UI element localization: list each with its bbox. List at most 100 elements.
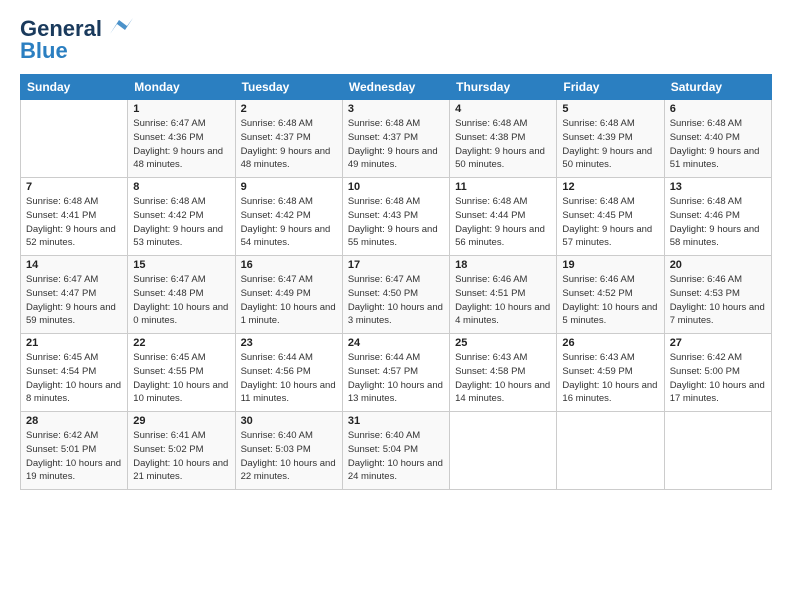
cell-content: Sunrise: 6:48 AM Sunset: 4:40 PM Dayligh… [670,117,766,172]
day-number: 14 [26,259,122,271]
calendar-cell: 17 Sunrise: 6:47 AM Sunset: 4:50 PM Dayli… [342,256,449,334]
calendar-cell: 7 Sunrise: 6:48 AM Sunset: 4:41 PM Daylig… [21,178,128,256]
cell-content: Sunrise: 6:47 AM Sunset: 4:36 PM Dayligh… [133,117,229,172]
cell-content: Sunrise: 6:42 AM Sunset: 5:00 PM Dayligh… [670,351,766,406]
cell-content: Sunrise: 6:48 AM Sunset: 4:37 PM Dayligh… [241,117,337,172]
logo-blue-text: Blue [20,38,68,64]
calendar-cell: 21 Sunrise: 6:45 AM Sunset: 4:54 PM Dayli… [21,334,128,412]
col-monday: Monday [128,75,235,100]
day-number: 29 [133,415,229,427]
calendar-cell: 23 Sunrise: 6:44 AM Sunset: 4:56 PM Dayli… [235,334,342,412]
calendar-cell: 6 Sunrise: 6:48 AM Sunset: 4:40 PM Daylig… [664,100,771,178]
col-tuesday: Tuesday [235,75,342,100]
calendar-cell: 19 Sunrise: 6:46 AM Sunset: 4:52 PM Dayli… [557,256,664,334]
calendar-cell: 16 Sunrise: 6:47 AM Sunset: 4:49 PM Dayli… [235,256,342,334]
cell-content: Sunrise: 6:48 AM Sunset: 4:41 PM Dayligh… [26,195,122,250]
cell-content: Sunrise: 6:40 AM Sunset: 5:03 PM Dayligh… [241,429,337,484]
cell-content: Sunrise: 6:48 AM Sunset: 4:46 PM Dayligh… [670,195,766,250]
calendar-cell: 26Sunrise: 6:43 AM Sunset: 4:59 PM Dayli… [557,334,664,412]
day-number: 27 [670,337,766,349]
col-friday: Friday [557,75,664,100]
calendar-cell: 18Sunrise: 6:46 AM Sunset: 4:51 PM Dayli… [450,256,557,334]
cell-content: Sunrise: 6:46 AM Sunset: 4:53 PM Dayligh… [670,273,766,328]
day-number: 3 [348,103,444,115]
day-number: 15 [133,259,229,271]
day-number: 23 [241,337,337,349]
day-number: 1 [133,103,229,115]
calendar-cell: 27 Sunrise: 6:42 AM Sunset: 5:00 PM Dayli… [664,334,771,412]
calendar-cell: 22 Sunrise: 6:45 AM Sunset: 4:55 PM Dayli… [128,334,235,412]
cell-content: Sunrise: 6:48 AM Sunset: 4:42 PM Dayligh… [133,195,229,250]
day-number: 6 [670,103,766,115]
calendar-cell [557,412,664,490]
header-row: Sunday Monday Tuesday Wednesday Thursday… [21,75,772,100]
cell-content: Sunrise: 6:40 AM Sunset: 5:04 PM Dayligh… [348,429,444,484]
calendar-cell: 15 Sunrise: 6:47 AM Sunset: 4:48 PM Dayli… [128,256,235,334]
page: General Blue Sunday Monday Tuesday Wedne… [0,0,792,612]
day-number: 31 [348,415,444,427]
col-thursday: Thursday [450,75,557,100]
header: General Blue [20,16,772,64]
cell-content: Sunrise: 6:48 AM Sunset: 4:44 PM Dayligh… [455,195,551,250]
logo-bird-icon [105,16,133,38]
day-number: 8 [133,181,229,193]
day-number: 30 [241,415,337,427]
cell-content: Sunrise: 6:45 AM Sunset: 4:54 PM Dayligh… [26,351,122,406]
cell-content: Sunrise: 6:47 AM Sunset: 4:49 PM Dayligh… [241,273,337,328]
day-number: 19 [562,259,658,271]
calendar-cell: 11Sunrise: 6:48 AM Sunset: 4:44 PM Dayli… [450,178,557,256]
col-saturday: Saturday [664,75,771,100]
calendar-cell: 29 Sunrise: 6:41 AM Sunset: 5:02 PM Dayli… [128,412,235,490]
col-wednesday: Wednesday [342,75,449,100]
calendar-cell: 20Sunrise: 6:46 AM Sunset: 4:53 PM Dayli… [664,256,771,334]
day-number: 7 [26,181,122,193]
week-row-3: 21 Sunrise: 6:45 AM Sunset: 4:54 PM Dayli… [21,334,772,412]
day-number: 2 [241,103,337,115]
calendar-cell [664,412,771,490]
cell-content: Sunrise: 6:48 AM Sunset: 4:37 PM Dayligh… [348,117,444,172]
cell-content: Sunrise: 6:43 AM Sunset: 4:58 PM Dayligh… [455,351,551,406]
day-number: 22 [133,337,229,349]
cell-content: Sunrise: 6:48 AM Sunset: 4:38 PM Dayligh… [455,117,551,172]
calendar-cell: 9Sunrise: 6:48 AM Sunset: 4:42 PM Daylig… [235,178,342,256]
calendar-cell: 2 Sunrise: 6:48 AM Sunset: 4:37 PM Daylig… [235,100,342,178]
day-number: 9 [241,181,337,193]
calendar-cell: 3 Sunrise: 6:48 AM Sunset: 4:37 PM Daylig… [342,100,449,178]
day-number: 28 [26,415,122,427]
cell-content: Sunrise: 6:47 AM Sunset: 4:50 PM Dayligh… [348,273,444,328]
calendar-cell: 13Sunrise: 6:48 AM Sunset: 4:46 PM Dayli… [664,178,771,256]
day-number: 18 [455,259,551,271]
day-number: 17 [348,259,444,271]
week-row-4: 28 Sunrise: 6:42 AM Sunset: 5:01 PM Dayli… [21,412,772,490]
calendar-cell: 28 Sunrise: 6:42 AM Sunset: 5:01 PM Dayli… [21,412,128,490]
calendar-cell: 14 Sunrise: 6:47 AM Sunset: 4:47 PM Dayli… [21,256,128,334]
day-number: 21 [26,337,122,349]
calendar-cell [21,100,128,178]
calendar-cell: 1 Sunrise: 6:47 AM Sunset: 4:36 PM Daylig… [128,100,235,178]
calendar-cell: 10Sunrise: 6:48 AM Sunset: 4:43 PM Dayli… [342,178,449,256]
calendar-cell: 31 Sunrise: 6:40 AM Sunset: 5:04 PM Dayli… [342,412,449,490]
calendar-cell: 25 Sunrise: 6:43 AM Sunset: 4:58 PM Dayli… [450,334,557,412]
cell-content: Sunrise: 6:46 AM Sunset: 4:52 PM Dayligh… [562,273,658,328]
cell-content: Sunrise: 6:42 AM Sunset: 5:01 PM Dayligh… [26,429,122,484]
cell-content: Sunrise: 6:47 AM Sunset: 4:48 PM Dayligh… [133,273,229,328]
col-sunday: Sunday [21,75,128,100]
day-number: 25 [455,337,551,349]
calendar-cell: 5Sunrise: 6:48 AM Sunset: 4:39 PM Daylig… [557,100,664,178]
calendar-table: Sunday Monday Tuesday Wednesday Thursday… [20,74,772,490]
cell-content: Sunrise: 6:41 AM Sunset: 5:02 PM Dayligh… [133,429,229,484]
week-row-1: 7 Sunrise: 6:48 AM Sunset: 4:41 PM Daylig… [21,178,772,256]
cell-content: Sunrise: 6:48 AM Sunset: 4:45 PM Dayligh… [562,195,658,250]
cell-content: Sunrise: 6:44 AM Sunset: 4:56 PM Dayligh… [241,351,337,406]
day-number: 16 [241,259,337,271]
week-row-0: 1 Sunrise: 6:47 AM Sunset: 4:36 PM Daylig… [21,100,772,178]
cell-content: Sunrise: 6:48 AM Sunset: 4:43 PM Dayligh… [348,195,444,250]
day-number: 5 [562,103,658,115]
calendar-cell: 12Sunrise: 6:48 AM Sunset: 4:45 PM Dayli… [557,178,664,256]
cell-content: Sunrise: 6:47 AM Sunset: 4:47 PM Dayligh… [26,273,122,328]
calendar-cell: 24Sunrise: 6:44 AM Sunset: 4:57 PM Dayli… [342,334,449,412]
cell-content: Sunrise: 6:45 AM Sunset: 4:55 PM Dayligh… [133,351,229,406]
calendar-cell: 8 Sunrise: 6:48 AM Sunset: 4:42 PM Daylig… [128,178,235,256]
week-row-2: 14 Sunrise: 6:47 AM Sunset: 4:47 PM Dayli… [21,256,772,334]
logo: General Blue [20,16,133,64]
